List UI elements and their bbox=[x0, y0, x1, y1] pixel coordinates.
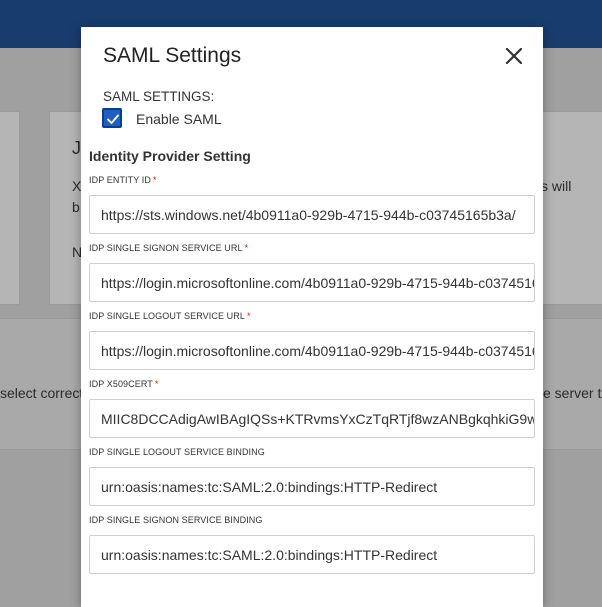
idp-entity-id-label: IDP ENTITY ID * bbox=[89, 175, 157, 185]
field-value: urn:oasis:names:tc:SAML:2.0:bindings:HTT… bbox=[101, 479, 438, 495]
enable-saml-checkbox[interactable] bbox=[102, 108, 122, 128]
idp-x509cert-input[interactable]: MIIC8DCCAdigAwIBAgIQSs+KTRvmsYxCzTqRTjf8… bbox=[89, 399, 535, 438]
dialog-title: SAML Settings bbox=[103, 44, 242, 67]
enable-saml-label: Enable SAML bbox=[136, 111, 222, 127]
required-marker: * bbox=[244, 243, 249, 253]
field-label-text: IDP SINGLE SIGNON SERVICE BINDING bbox=[89, 515, 263, 525]
idp-logout-binding-label: IDP SINGLE LOGOUT SERVICE BINDING bbox=[89, 447, 265, 457]
background-text: e server to bbox=[543, 385, 602, 401]
idp-logout-url-input[interactable]: https://login.microsoftonline.com/4b0911… bbox=[89, 331, 535, 370]
background-text: select correct bbox=[0, 385, 84, 401]
field-label-text: IDP SINGLE SIGNON SERVICE URL bbox=[89, 243, 243, 253]
idp-signon-url-input[interactable]: https://login.microsoftonline.com/4b0911… bbox=[89, 263, 535, 302]
field-label-text: IDP X509CERT bbox=[89, 379, 153, 389]
required-marker: * bbox=[152, 175, 157, 185]
idp-logout-binding-input[interactable]: urn:oasis:names:tc:SAML:2.0:bindings:HTT… bbox=[89, 467, 535, 506]
saml-settings-dialog: SAML Settings SAML SETTINGS: Enable SAML… bbox=[81, 27, 543, 607]
idp-signon-binding-label: IDP SINGLE SIGNON SERVICE BINDING bbox=[89, 515, 263, 525]
field-value: https://sts.windows.net/4b0911a0-929b-47… bbox=[101, 207, 516, 223]
field-value: https://login.microsoftonline.com/4b0911… bbox=[101, 343, 535, 359]
field-value: urn:oasis:names:tc:SAML:2.0:bindings:HTT… bbox=[101, 547, 438, 563]
idp-signon-binding-input[interactable]: urn:oasis:names:tc:SAML:2.0:bindings:HTT… bbox=[89, 535, 535, 574]
background-text: s will bbox=[541, 178, 572, 194]
field-label-text: IDP SINGLE LOGOUT SERVICE BINDING bbox=[89, 447, 265, 457]
idp-signon-url-label: IDP SINGLE SIGNON SERVICE URL * bbox=[89, 243, 248, 253]
background-card bbox=[0, 111, 20, 305]
required-marker: * bbox=[154, 379, 159, 389]
idp-x509cert-label: IDP X509CERT * bbox=[89, 379, 159, 389]
close-icon bbox=[505, 47, 523, 65]
background-text: b bbox=[72, 199, 80, 215]
checkmark-icon bbox=[107, 114, 119, 124]
background-text: X bbox=[72, 178, 82, 194]
saml-settings-label: SAML SETTINGS: bbox=[103, 89, 215, 104]
field-value: https://login.microsoftonline.com/4b0911… bbox=[101, 275, 535, 291]
field-value: MIIC8DCCAdigAwIBAgIQSs+KTRvmsYxCzTqRTjf8… bbox=[101, 411, 534, 427]
idp-logout-url-label: IDP SINGLE LOGOUT SERVICE URL * bbox=[89, 311, 251, 321]
background-text: J bbox=[72, 138, 81, 158]
idp-entity-id-input[interactable]: https://sts.windows.net/4b0911a0-929b-47… bbox=[89, 195, 535, 234]
close-button[interactable] bbox=[502, 44, 526, 68]
identity-provider-heading: Identity Provider Setting bbox=[89, 148, 251, 164]
field-label-text: IDP ENTITY ID bbox=[89, 175, 151, 185]
required-marker: * bbox=[246, 311, 251, 321]
field-label-text: IDP SINGLE LOGOUT SERVICE URL bbox=[89, 311, 245, 321]
